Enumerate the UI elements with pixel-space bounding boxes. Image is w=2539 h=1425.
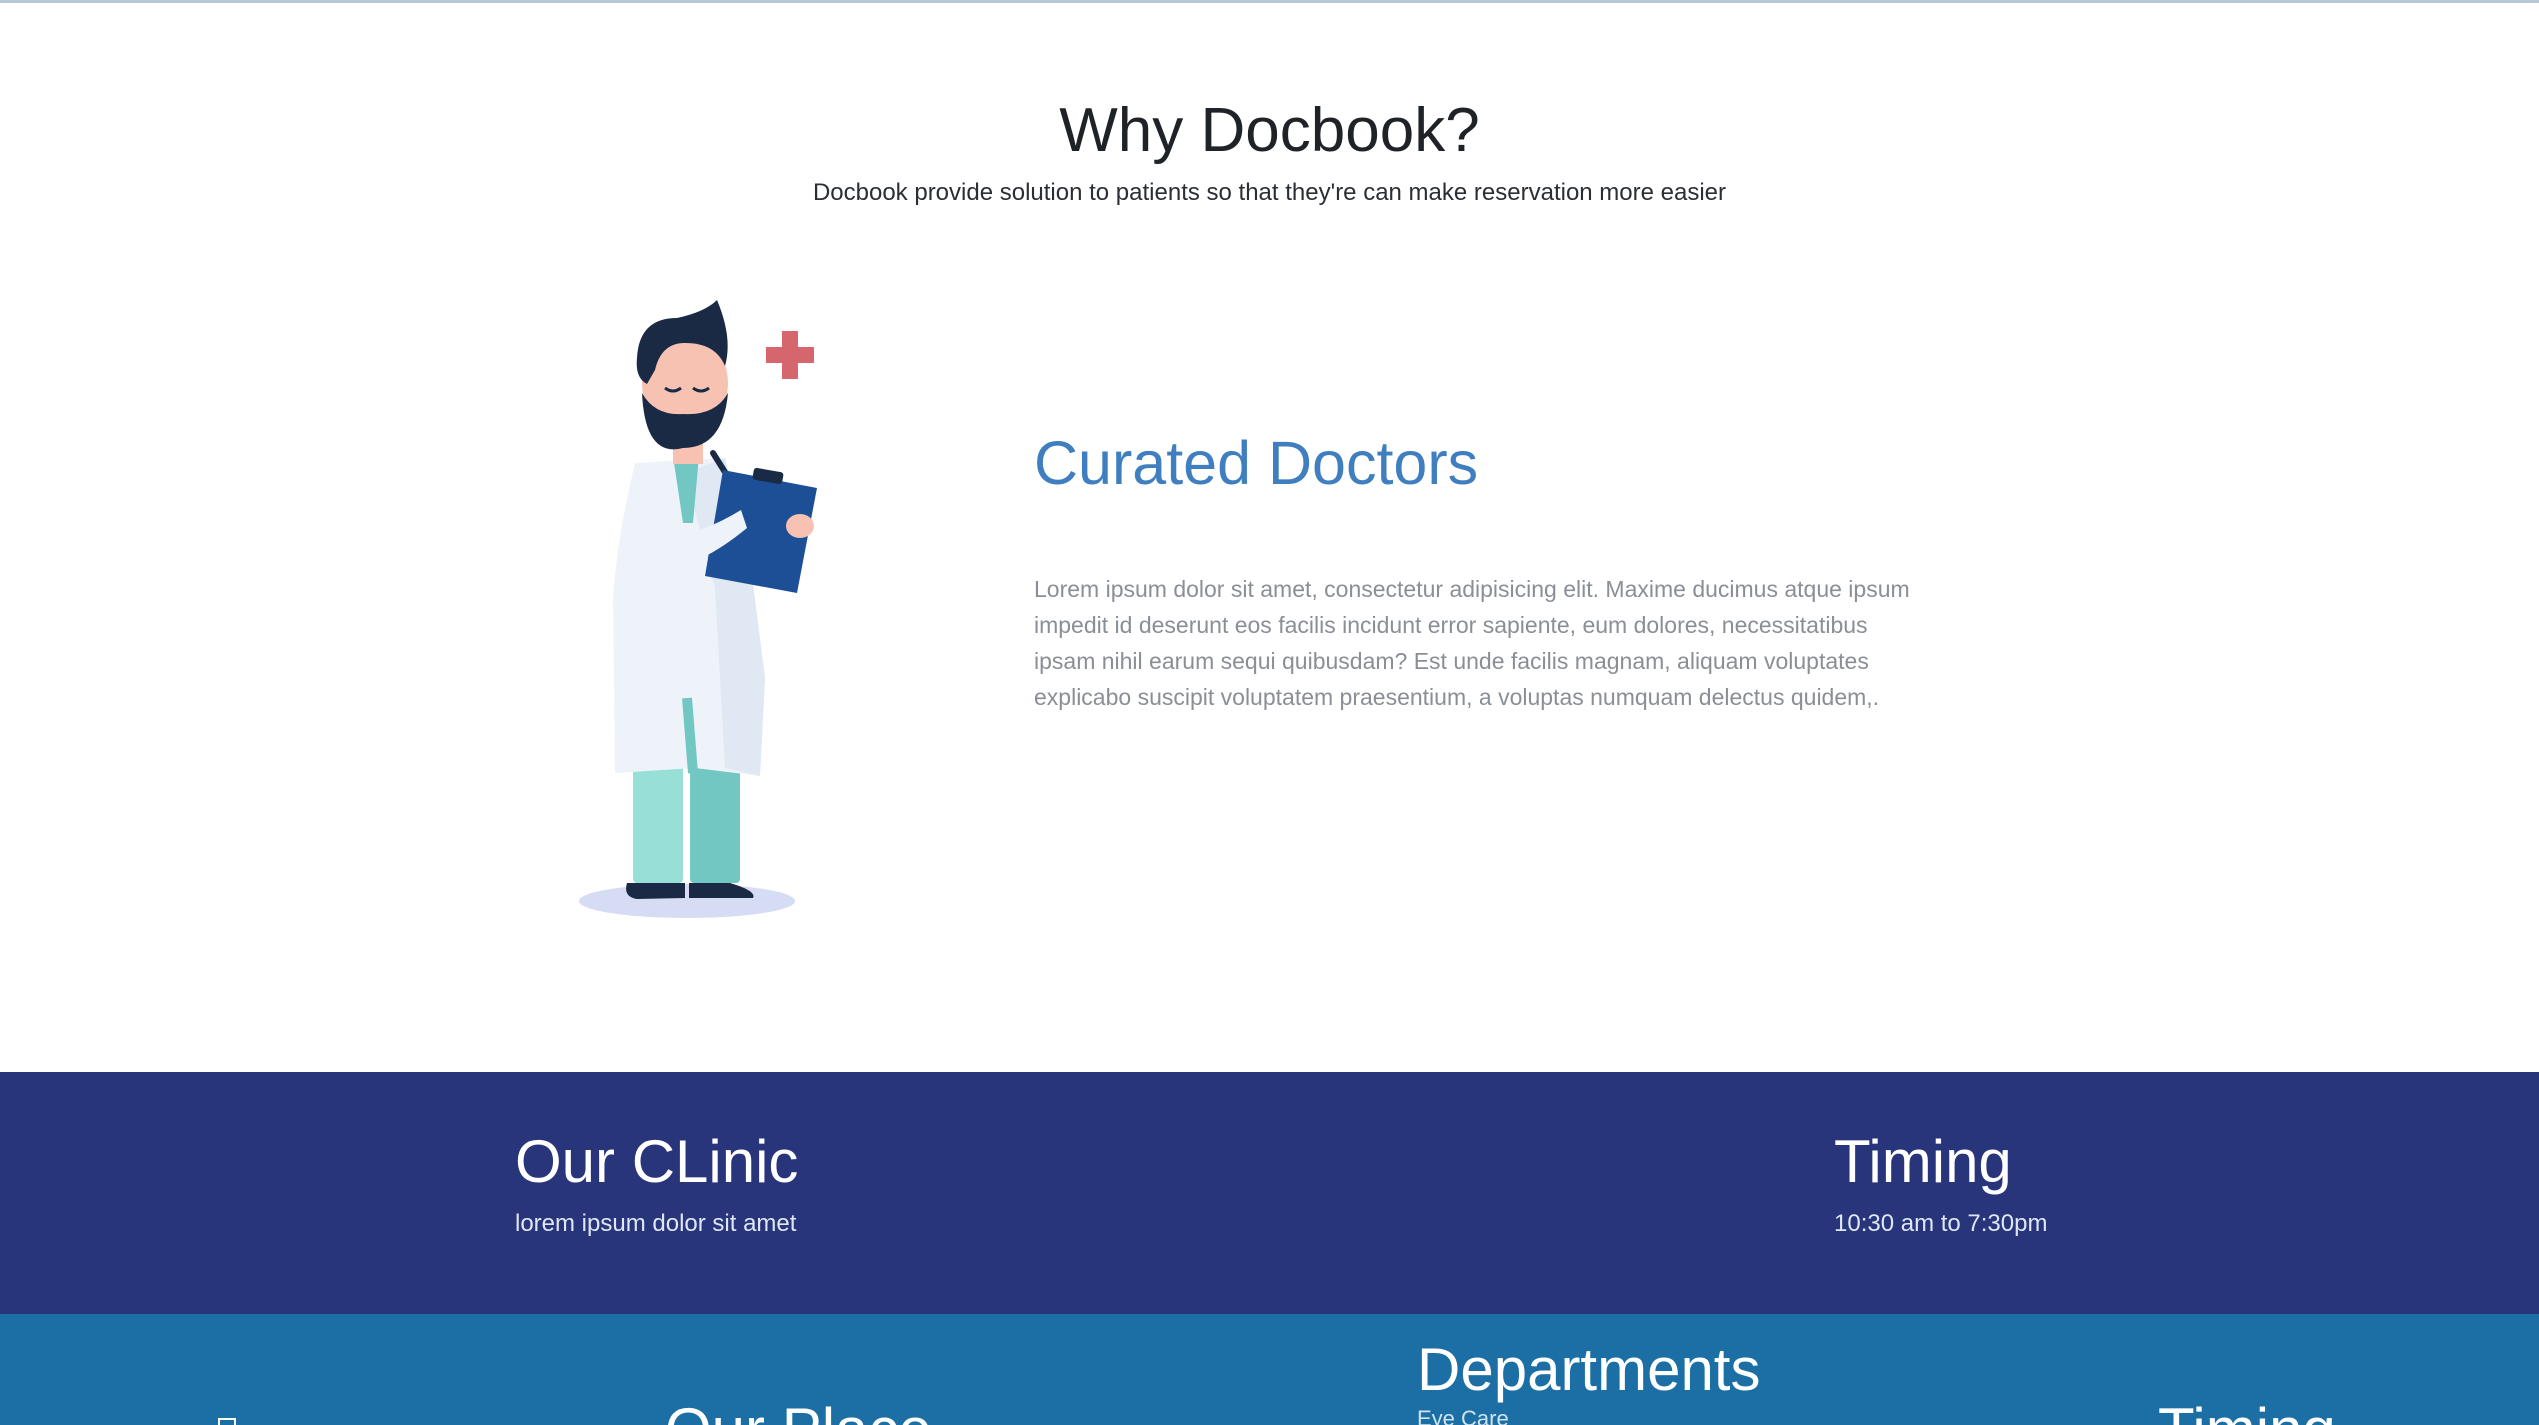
doctor-illustration	[579, 300, 817, 918]
left-shoe	[626, 883, 685, 899]
clinic-text: lorem ipsum dolor sit amet	[515, 1210, 797, 1237]
why-subtitle: Docbook provide solution to patients so …	[812, 179, 1727, 206]
timing-title: Timing	[1834, 1128, 2012, 1195]
why-section: Why Docbook? Docbook provide solution to…	[0, 3, 2539, 1072]
timing-text: 10:30 am to 7:30pm	[1834, 1210, 2048, 1237]
clinic-block: Our CLinic lorem ipsum dolor sit amet	[515, 1124, 798, 1238]
timing-block: Timing 10:30 am to 7:30pm	[1834, 1124, 2047, 1238]
shadow-ellipse	[579, 884, 795, 918]
footer-place-title: Our Place	[665, 1394, 932, 1425]
feature-description: Lorem ipsum dolor sit amet, consectetur …	[1034, 576, 1910, 710]
hand	[786, 514, 814, 538]
medical-cross-icon	[766, 331, 814, 379]
footer-timing-title: Timing	[2158, 1394, 2336, 1425]
right-shoe	[689, 883, 754, 898]
footer-departments-title: Departments	[1417, 1336, 1761, 1403]
footer-departments-item[interactable]: Eye Care	[1417, 1406, 1509, 1425]
coat-line	[682, 697, 698, 774]
clinic-title: Our CLinic	[515, 1128, 799, 1195]
feature-title: Curated Doctors	[1034, 429, 1479, 497]
clinic-info-bar: Our CLinic lorem ipsum dolor sit amet Ti…	[0, 1072, 2539, 1314]
why-title: Why Docbook?	[1059, 96, 1480, 165]
left-leg	[633, 753, 683, 883]
footer-logo-icon	[218, 1418, 236, 1425]
footer: Our Place Departments Eye Care Timing	[0, 1314, 2539, 1425]
